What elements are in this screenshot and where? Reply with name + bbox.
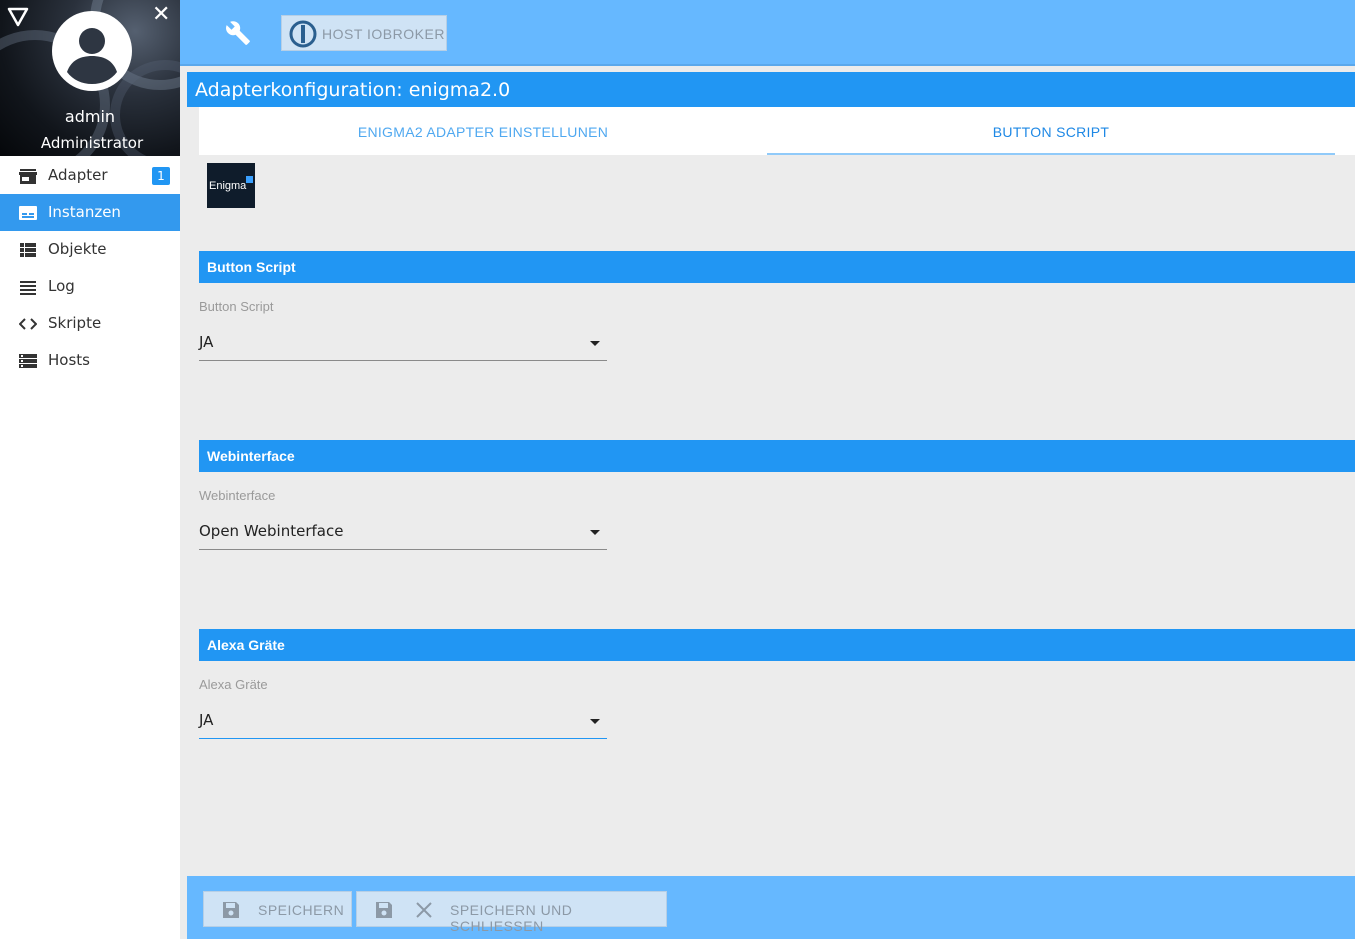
page-title: Adapterkonfiguration: enigma2.0	[187, 72, 1355, 107]
logo-mark	[246, 176, 253, 183]
save-icon	[223, 902, 239, 918]
store-icon	[19, 169, 37, 184]
close-icon	[416, 902, 432, 918]
section-header-button-script: Button Script	[199, 251, 1355, 283]
wrench-icon[interactable]	[225, 20, 251, 46]
user-name: admin	[64, 107, 116, 126]
host-selector-button[interactable]: HOST IOBROKER	[281, 15, 447, 51]
field-label: Alexa Gräte	[199, 677, 268, 692]
log-lines-icon	[20, 281, 36, 295]
save-button-label: SPEICHERN	[258, 902, 345, 918]
sidebar-item-instanzen[interactable]: Instanzen	[0, 194, 180, 231]
config-tabs: ENIGMA2 ADAPTER EINSTELLUNEN BUTTON SCRI…	[199, 107, 1355, 155]
sidebar-item-label: Skripte	[48, 314, 102, 332]
save-icon	[376, 902, 392, 918]
save-button[interactable]: SPEICHERN	[203, 891, 352, 927]
dropdown-arrow-icon	[590, 719, 600, 724]
save-and-close-label: SPEICHERN UND SCHLIESSEN	[450, 902, 573, 934]
dropdown-arrow-icon	[590, 341, 600, 346]
top-toolbar: HOST IOBROKER	[180, 0, 1355, 66]
webinterface-select[interactable]: Open Webinterface	[199, 516, 607, 550]
alexa-geraete-select[interactable]: JA	[199, 705, 607, 739]
sidebar-header: ✕ admin Administrator	[0, 0, 180, 156]
logo-text: Enigma	[209, 180, 247, 192]
sidebar-item-label: Log	[48, 277, 75, 295]
bottom-action-bar: SPEICHERN SPEICHERN UND SCHLIESSEN	[187, 876, 1355, 939]
field-label: Button Script	[199, 299, 274, 314]
sidebar-item-log[interactable]: Log	[0, 268, 180, 305]
code-icon	[19, 318, 37, 330]
iobroker-logo-icon	[289, 20, 317, 48]
list-icon	[20, 243, 36, 257]
close-icon[interactable]: ✕	[152, 4, 170, 26]
server-icon	[19, 354, 37, 368]
sidebar: ✕ admin Administrator Adapter 1 Instanze…	[0, 0, 180, 939]
sidebar-item-label: Hosts	[48, 351, 90, 369]
enigma-logo: Enigma	[207, 163, 255, 208]
avatar[interactable]	[51, 10, 133, 92]
dropdown-arrow-icon	[590, 530, 600, 535]
sidebar-item-skripte[interactable]: Skripte	[0, 305, 180, 342]
sidebar-item-objekte[interactable]: Objekte	[0, 231, 180, 268]
sidebar-item-label: Instanzen	[48, 203, 121, 221]
field-label: Webinterface	[199, 488, 276, 503]
menu-toggle-icon[interactable]	[7, 6, 29, 28]
save-and-close-button[interactable]: SPEICHERN UND SCHLIESSEN	[356, 891, 667, 934]
button-script-select[interactable]: JA	[199, 327, 607, 361]
tab-button-script[interactable]: BUTTON SCRIPT	[767, 107, 1335, 155]
update-count-badge: 1	[152, 167, 170, 185]
section-header-webinterface: Webinterface	[199, 440, 1355, 472]
tab-enigma2-adapter-einstellungen[interactable]: ENIGMA2 ADAPTER EINSTELLUNEN	[199, 107, 767, 155]
sidebar-item-adapter[interactable]: Adapter 1	[0, 157, 180, 194]
user-role: Administrator	[40, 134, 144, 152]
instances-icon	[19, 206, 37, 220]
section-header-alexa-geraete: Alexa Gräte	[199, 629, 1355, 661]
sidebar-item-label: Objekte	[48, 240, 107, 258]
select-value: JA	[199, 333, 214, 351]
select-value: Open Webinterface	[199, 522, 344, 540]
sidebar-item-hosts[interactable]: Hosts	[0, 342, 180, 379]
host-button-label: HOST IOBROKER	[322, 26, 445, 42]
sidebar-item-label: Adapter	[48, 166, 108, 184]
select-value: JA	[199, 711, 214, 729]
